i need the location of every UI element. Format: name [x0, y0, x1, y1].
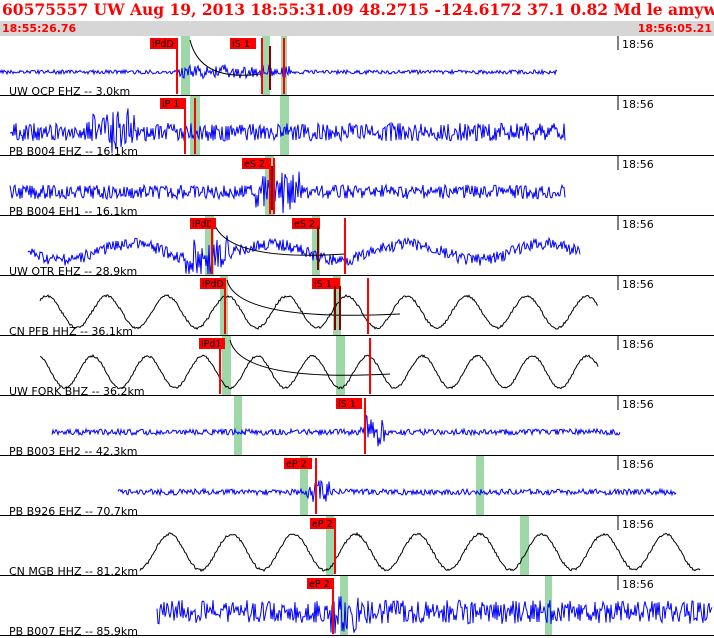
pick-label: iPdD [152, 39, 174, 50]
station-label: UW OCP EHZ -- 3.0km [9, 85, 130, 98]
waveform-trace[interactable] [117, 479, 677, 502]
waveform-trace[interactable] [0, 63, 558, 82]
station-label: PB B004 EH1 -- 16.1km [9, 205, 137, 218]
event-header: 60575557 UW Aug 19, 2013 18:55:31.09 48.… [0, 0, 714, 36]
pick-window-shade [476, 456, 484, 516]
station-label: UW FORK BHZ -- 36.2km [9, 385, 145, 398]
seismogram-viewer: 60575557 UW Aug 19, 2013 18:55:31.09 48.… [0, 0, 714, 638]
trace-time-label: 18:56 [622, 38, 654, 51]
pick-label: iS 1 [314, 279, 332, 290]
waveform-trace[interactable] [156, 596, 713, 634]
trace-time-label: 18:56 [622, 278, 654, 291]
event-summary-title: 60575557 UW Aug 19, 2013 18:55:31.09 48.… [2, 0, 714, 19]
window-end-time: 18:56:05.21 [637, 22, 712, 35]
window-start-time: 18:55:26.76 [2, 22, 77, 35]
pick-window-shade [234, 396, 242, 456]
pick-label: iS 1 [232, 39, 250, 50]
trace-time-label: 18:56 [622, 398, 654, 411]
station-label: PB B926 EHZ -- 70.7km [9, 505, 138, 518]
trace-time-label: 18:56 [622, 158, 654, 171]
trace-time-label: 18:56 [622, 518, 654, 531]
station-label: PB B007 EHZ -- 85.9km [9, 625, 138, 638]
trace-time-label: 18:56 [622, 458, 654, 471]
pick-label: iPd1 [201, 339, 221, 350]
waveform-trace[interactable] [39, 294, 599, 331]
pick-label: iS 1 [338, 399, 356, 410]
station-label: UW OTR EHZ -- 28.9km [9, 265, 137, 278]
pick-label: eP 2 [286, 459, 307, 470]
trace-time-label: 18:56 [622, 578, 654, 591]
pick-label: iP 1 [162, 99, 179, 110]
station-label: CN PFB HHZ -- 36.1km [9, 325, 133, 338]
pick-label: eS 2 [294, 219, 315, 230]
station-label: PB B004 EHZ -- 16.1km [9, 145, 138, 158]
waveform-trace[interactable] [51, 413, 621, 447]
pick-window-shade [181, 36, 190, 96]
trace-time-label: 18:56 [622, 338, 654, 351]
pick-label: eP 2 [312, 519, 333, 530]
trace-panel[interactable]: iPdD iS 1 UW OCP EHZ -- 3.0km 18:56 iP 1 PB B… [0, 36, 714, 638]
trace-time-label: 18:56 [622, 98, 654, 111]
station-label: CN MGB HHZ -- 81.2km [9, 565, 138, 578]
pick-label: iPdD [202, 279, 224, 290]
time-range-bar [0, 21, 714, 36]
station-label: PB B003 EH2 -- 42.3km [9, 445, 137, 458]
pick-label: iPdD [192, 219, 214, 230]
pick-label: eS 2 [244, 159, 265, 170]
pick-label: eP 2 [309, 579, 330, 590]
trace-time-label: 18:56 [622, 218, 654, 231]
waveform-trace[interactable] [139, 531, 701, 573]
pick-window-shade [520, 516, 529, 576]
waveform-trace[interactable] [39, 354, 599, 390]
